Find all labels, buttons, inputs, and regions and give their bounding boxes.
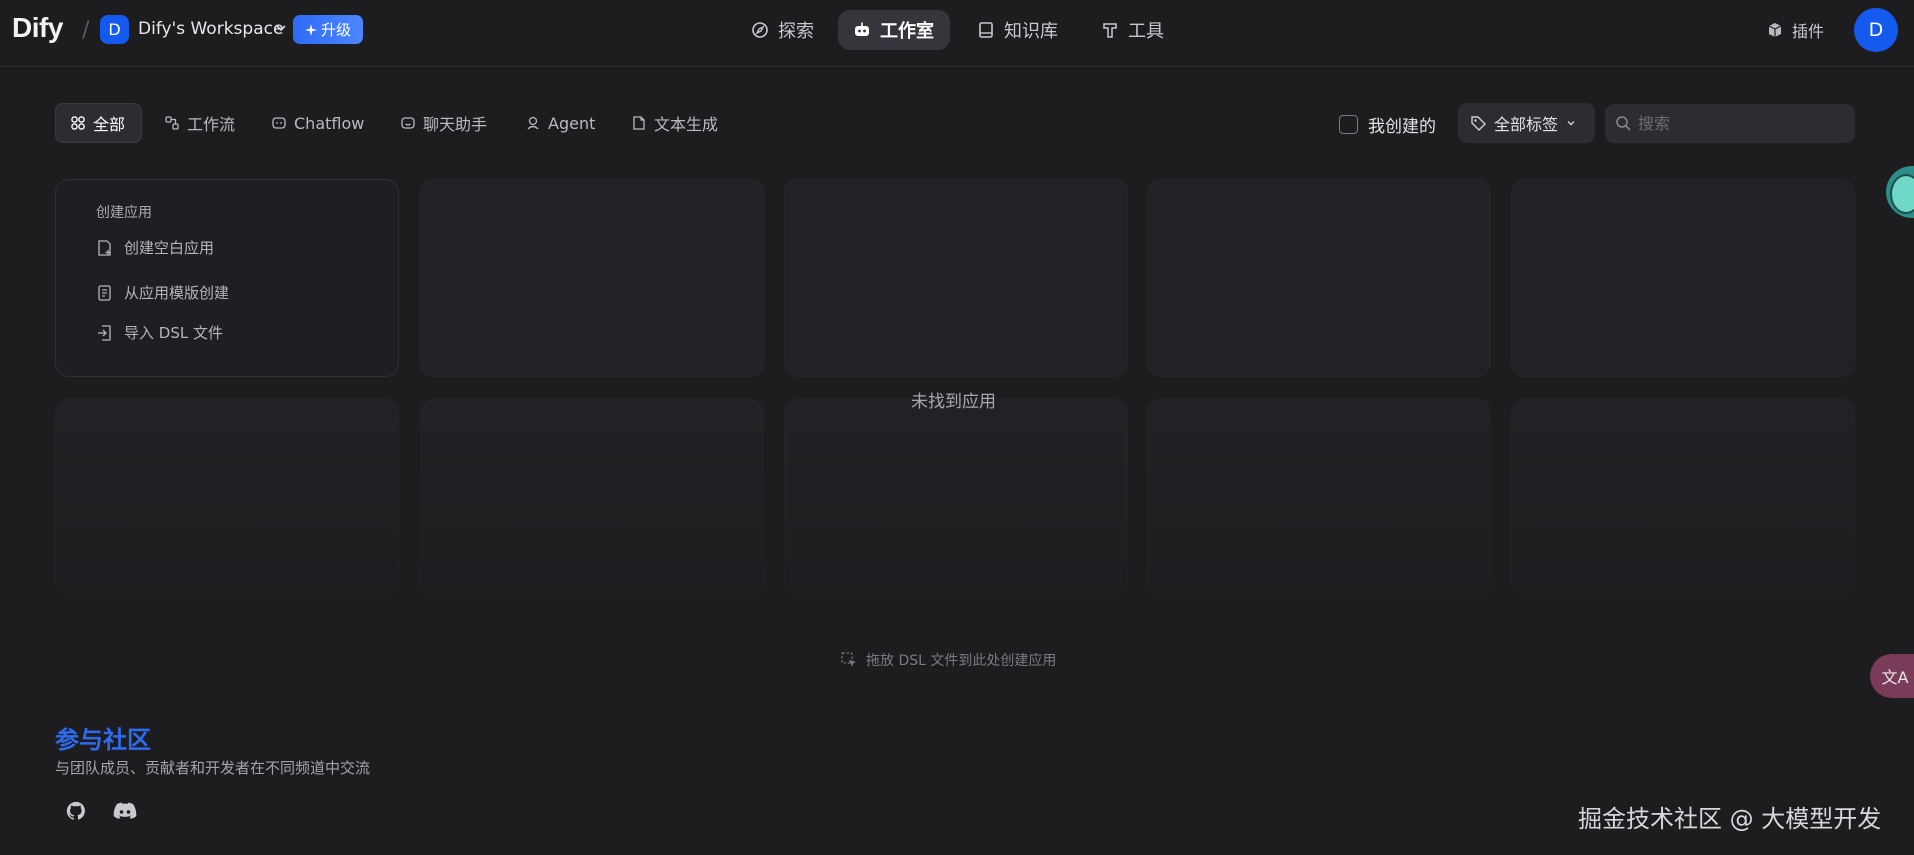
drag-drop-icon xyxy=(841,652,856,667)
github-link[interactable] xyxy=(62,797,90,825)
dify-logo[interactable]: Dify xyxy=(12,12,63,44)
nav-knowledge[interactable]: 知识库 xyxy=(962,10,1072,50)
github-icon xyxy=(66,801,85,820)
robot-icon xyxy=(855,22,869,36)
import-dsl-button[interactable]: 导入 DSL 文件 xyxy=(96,322,223,343)
create-app-card: 创建应用 创建空白应用 从应用模版创建 导入 DSL 文件 xyxy=(55,179,399,377)
tag-filter-dropdown[interactable]: 全部标签 xyxy=(1458,103,1595,143)
workspace-name[interactable]: Dify's Workspace xyxy=(138,19,283,39)
plugins-label: 插件 xyxy=(1792,22,1825,41)
community-description: 与团队成员、贡献者和开发者在不同频道中交流 xyxy=(55,759,371,777)
app-card-placeholder xyxy=(1147,398,1491,596)
app-card-placeholder xyxy=(420,398,764,596)
filter-tab-chatbot[interactable]: 聊天助手 xyxy=(386,103,501,143)
plugins-button[interactable]: 插件 xyxy=(1766,18,1824,42)
create-from-template-label: 从应用模版创建 xyxy=(124,284,230,302)
import-icon xyxy=(98,324,111,341)
tag-filter-label: 全部标签 xyxy=(1494,115,1559,134)
app-card-placeholder xyxy=(55,398,399,596)
nav-explore[interactable]: 探索 xyxy=(736,10,828,50)
document-icon xyxy=(633,116,645,130)
template-icon xyxy=(98,284,111,301)
filter-tab-chatflow[interactable]: Chatflow xyxy=(257,103,378,143)
translate-button[interactable]: 文A xyxy=(1870,654,1914,698)
app-card-placeholder xyxy=(1511,179,1855,377)
nav-tools[interactable]: 工具 xyxy=(1086,10,1178,50)
filter-tab-all-label: 全部 xyxy=(93,115,126,134)
chat-icon xyxy=(272,117,286,129)
filter-tab-text-generation-label: 文本生成 xyxy=(654,115,719,134)
new-file-icon xyxy=(98,239,111,256)
book-icon xyxy=(979,22,993,38)
create-blank-app-button[interactable]: 创建空白应用 xyxy=(96,237,214,258)
upgrade-button[interactable]: 升级 xyxy=(293,15,363,44)
watermark-text: 掘金技术社区 @ 大模型开发 xyxy=(1578,805,1882,833)
breadcrumb-separator: / xyxy=(82,18,90,43)
discord-icon xyxy=(113,802,137,819)
nav-studio[interactable]: 工作室 xyxy=(838,10,950,50)
created-by-me-label: 我创建的 xyxy=(1368,117,1436,137)
chevron-down-icon[interactable] xyxy=(274,21,288,35)
chevron-down-icon xyxy=(1567,121,1575,126)
top-bar: Dify / D Dify's Workspace 升级 探索 工作室 知识库 xyxy=(0,0,1914,67)
app-card-placeholder xyxy=(1511,398,1855,596)
nav-studio-label: 工作室 xyxy=(880,21,934,42)
translate-icon: 文A xyxy=(1881,668,1909,687)
nav-tools-label: 工具 xyxy=(1128,21,1164,42)
app-card-placeholder xyxy=(784,398,1128,596)
tag-icon xyxy=(1471,115,1486,131)
grid-icon xyxy=(71,116,85,130)
drop-dsl-hint: 拖放 DSL 文件到此处创建应用 xyxy=(840,650,1056,670)
nav-explore-label: 探索 xyxy=(778,21,814,42)
sparkle-icon xyxy=(304,23,317,36)
community-title: 参与社区 xyxy=(55,726,151,754)
filter-tab-agent-label: Agent xyxy=(548,113,596,133)
upgrade-label: 升级 xyxy=(320,21,351,39)
app-card-placeholder xyxy=(420,179,764,377)
filter-tab-all[interactable]: 全部 xyxy=(55,103,142,143)
user-avatar[interactable]: D xyxy=(1854,8,1898,52)
empty-state-message: 未找到应用 xyxy=(911,392,996,412)
chat-bot-icon xyxy=(401,117,415,129)
created-by-me-checkbox[interactable] xyxy=(1339,115,1358,134)
cube-icon xyxy=(1768,23,1782,37)
explore-icon xyxy=(752,22,768,38)
create-from-template-button[interactable]: 从应用模版创建 xyxy=(96,282,229,303)
filter-tab-workflow[interactable]: 工作流 xyxy=(150,103,249,143)
app-card-placeholder xyxy=(1147,179,1491,377)
hammer-icon xyxy=(1103,23,1117,38)
filter-tab-agent[interactable]: Agent xyxy=(511,103,609,143)
search-input[interactable] xyxy=(1638,114,1838,133)
assistant-float-icon[interactable] xyxy=(1886,166,1914,218)
search-icon xyxy=(1616,116,1631,131)
filter-tab-text-generation[interactable]: 文本生成 xyxy=(617,103,732,143)
filter-tab-workflow-label: 工作流 xyxy=(187,115,236,134)
create-blank-app-label: 创建空白应用 xyxy=(124,239,215,257)
create-app-title: 创建应用 xyxy=(96,205,152,221)
drop-dsl-hint-label: 拖放 DSL 文件到此处创建应用 xyxy=(866,653,1057,669)
search-box[interactable] xyxy=(1605,104,1855,143)
created-by-me-filter[interactable]: 我创建的 xyxy=(1339,112,1436,137)
nav-knowledge-label: 知识库 xyxy=(1004,21,1058,42)
filter-tab-chatbot-label: 聊天助手 xyxy=(423,115,488,134)
workflow-icon xyxy=(165,116,179,130)
agent-icon xyxy=(527,116,539,130)
app-card-placeholder xyxy=(784,179,1128,377)
workspace-avatar[interactable]: D xyxy=(100,15,129,44)
discord-link[interactable] xyxy=(111,797,139,825)
filter-tab-chatflow-label: Chatflow xyxy=(294,113,365,133)
import-dsl-label: 导入 DSL 文件 xyxy=(124,324,223,342)
